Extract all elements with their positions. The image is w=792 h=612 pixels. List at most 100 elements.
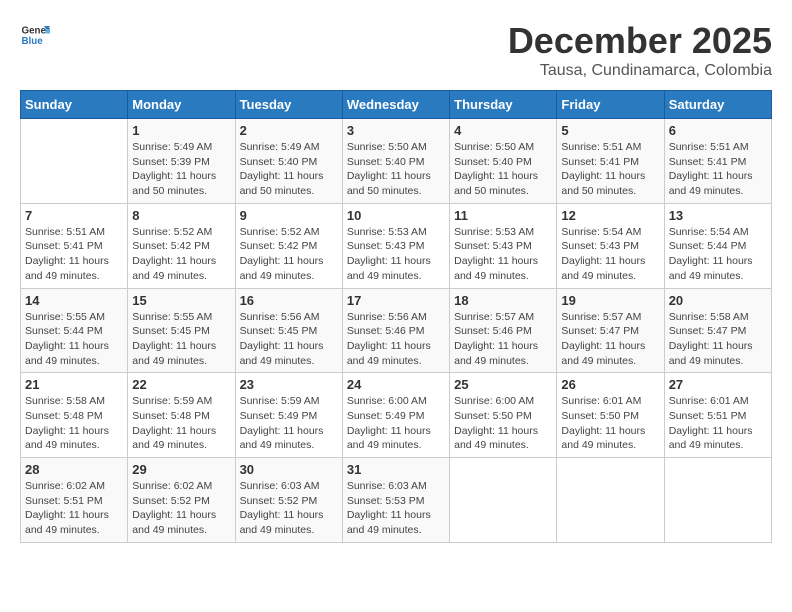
calendar-cell: 6 Sunrise: 5:51 AM Sunset: 5:41 PM Daylig… — [664, 119, 771, 204]
day-info: Sunrise: 5:51 AM Sunset: 5:41 PM Dayligh… — [25, 225, 123, 284]
calendar-week-row: 7 Sunrise: 5:51 AM Sunset: 5:41 PM Daylig… — [21, 203, 772, 288]
day-number: 13 — [669, 208, 767, 223]
calendar-cell: 19 Sunrise: 5:57 AM Sunset: 5:47 PM Dayli… — [557, 288, 664, 373]
day-info: Sunrise: 5:58 AM Sunset: 5:47 PM Dayligh… — [669, 310, 767, 369]
day-number: 25 — [454, 377, 552, 392]
calendar-cell: 30 Sunrise: 6:03 AM Sunset: 5:52 PM Dayli… — [235, 458, 342, 543]
calendar-cell: 15 Sunrise: 5:55 AM Sunset: 5:45 PM Dayli… — [128, 288, 235, 373]
day-number: 4 — [454, 123, 552, 138]
day-number: 14 — [25, 293, 123, 308]
calendar-cell: 16 Sunrise: 5:56 AM Sunset: 5:45 PM Dayli… — [235, 288, 342, 373]
calendar-cell: 25 Sunrise: 6:00 AM Sunset: 5:50 PM Dayli… — [450, 373, 557, 458]
day-number: 20 — [669, 293, 767, 308]
calendar-week-row: 14Sunrise: 5:55 AM Sunset: 5:44 PM Dayli… — [21, 288, 772, 373]
calendar-cell: 11Sunrise: 5:53 AM Sunset: 5:43 PM Dayli… — [450, 203, 557, 288]
calendar-cell: 22Sunrise: 5:59 AM Sunset: 5:48 PM Dayli… — [128, 373, 235, 458]
day-number: 15 — [132, 293, 230, 308]
day-info: Sunrise: 5:55 AM Sunset: 5:45 PM Dayligh… — [132, 310, 230, 369]
calendar-week-row: 21 Sunrise: 5:58 AM Sunset: 5:48 PM Dayli… — [21, 373, 772, 458]
calendar-header-row: SundayMondayTuesdayWednesdayThursdayFrid… — [21, 91, 772, 119]
day-info: Sunrise: 5:49 AM Sunset: 5:40 PM Dayligh… — [240, 140, 338, 199]
calendar-cell: 1 Sunrise: 5:49 AM Sunset: 5:39 PM Daylig… — [128, 119, 235, 204]
day-number: 19 — [561, 293, 659, 308]
day-number: 18 — [454, 293, 552, 308]
day-number: 5 — [561, 123, 659, 138]
calendar-cell: 21 Sunrise: 5:58 AM Sunset: 5:48 PM Dayli… — [21, 373, 128, 458]
day-info: Sunrise: 5:53 AM Sunset: 5:43 PM Dayligh… — [347, 225, 445, 284]
calendar-cell: 17Sunrise: 5:56 AM Sunset: 5:46 PM Dayli… — [342, 288, 449, 373]
day-number: 26 — [561, 377, 659, 392]
day-number: 31 — [347, 462, 445, 477]
day-number: 29 — [132, 462, 230, 477]
calendar-cell: 28Sunrise: 6:02 AM Sunset: 5:51 PM Dayli… — [21, 458, 128, 543]
day-number: 16 — [240, 293, 338, 308]
calendar-cell: 26Sunrise: 6:01 AM Sunset: 5:50 PM Dayli… — [557, 373, 664, 458]
day-info: Sunrise: 5:50 AM Sunset: 5:40 PM Dayligh… — [454, 140, 552, 199]
day-number: 7 — [25, 208, 123, 223]
day-number: 1 — [132, 123, 230, 138]
calendar-cell: 31 Sunrise: 6:03 AM Sunset: 5:53 PM Dayli… — [342, 458, 449, 543]
day-info: Sunrise: 5:49 AM Sunset: 5:39 PM Dayligh… — [132, 140, 230, 199]
day-info: Sunrise: 6:03 AM Sunset: 5:52 PM Dayligh… — [240, 479, 338, 538]
day-number: 30 — [240, 462, 338, 477]
day-info: Sunrise: 5:57 AM Sunset: 5:47 PM Dayligh… — [561, 310, 659, 369]
day-number: 3 — [347, 123, 445, 138]
day-info: Sunrise: 5:51 AM Sunset: 5:41 PM Dayligh… — [669, 140, 767, 199]
calendar-subtitle: Tausa, Cundinamarca, Colombia — [508, 62, 772, 80]
day-number: 6 — [669, 123, 767, 138]
day-number: 23 — [240, 377, 338, 392]
day-info: Sunrise: 6:01 AM Sunset: 5:51 PM Dayligh… — [669, 394, 767, 453]
calendar-cell — [450, 458, 557, 543]
calendar-week-row: 28Sunrise: 6:02 AM Sunset: 5:51 PM Dayli… — [21, 458, 772, 543]
title-area: December 2025 Tausa, Cundinamarca, Colom… — [508, 20, 772, 80]
calendar-cell: 14Sunrise: 5:55 AM Sunset: 5:44 PM Dayli… — [21, 288, 128, 373]
day-info: Sunrise: 5:51 AM Sunset: 5:41 PM Dayligh… — [561, 140, 659, 199]
logo: General Blue — [20, 20, 50, 50]
calendar-cell: 12Sunrise: 5:54 AM Sunset: 5:43 PM Dayli… — [557, 203, 664, 288]
calendar-cell: 29 Sunrise: 6:02 AM Sunset: 5:52 PM Dayli… — [128, 458, 235, 543]
calendar-cell: 23Sunrise: 5:59 AM Sunset: 5:49 PM Dayli… — [235, 373, 342, 458]
day-number: 22 — [132, 377, 230, 392]
day-number: 24 — [347, 377, 445, 392]
day-of-week-header: Saturday — [664, 91, 771, 119]
day-of-week-header: Thursday — [450, 91, 557, 119]
calendar-cell: 20 Sunrise: 5:58 AM Sunset: 5:47 PM Dayli… — [664, 288, 771, 373]
calendar-table: SundayMondayTuesdayWednesdayThursdayFrid… — [20, 90, 772, 543]
day-number: 8 — [132, 208, 230, 223]
day-info: Sunrise: 5:56 AM Sunset: 5:45 PM Dayligh… — [240, 310, 338, 369]
calendar-cell: 13 Sunrise: 5:54 AM Sunset: 5:44 PM Dayli… — [664, 203, 771, 288]
day-number: 21 — [25, 377, 123, 392]
day-info: Sunrise: 5:50 AM Sunset: 5:40 PM Dayligh… — [347, 140, 445, 199]
day-info: Sunrise: 5:52 AM Sunset: 5:42 PM Dayligh… — [240, 225, 338, 284]
day-info: Sunrise: 5:52 AM Sunset: 5:42 PM Dayligh… — [132, 225, 230, 284]
day-of-week-header: Wednesday — [342, 91, 449, 119]
calendar-cell — [557, 458, 664, 543]
calendar-cell — [664, 458, 771, 543]
day-info: Sunrise: 6:00 AM Sunset: 5:50 PM Dayligh… — [454, 394, 552, 453]
calendar-cell: 3 Sunrise: 5:50 AM Sunset: 5:40 PM Daylig… — [342, 119, 449, 204]
day-number: 17 — [347, 293, 445, 308]
day-of-week-header: Friday — [557, 91, 664, 119]
day-info: Sunrise: 6:02 AM Sunset: 5:52 PM Dayligh… — [132, 479, 230, 538]
day-info: Sunrise: 5:54 AM Sunset: 5:44 PM Dayligh… — [669, 225, 767, 284]
day-info: Sunrise: 6:03 AM Sunset: 5:53 PM Dayligh… — [347, 479, 445, 538]
calendar-cell: 8 Sunrise: 5:52 AM Sunset: 5:42 PM Daylig… — [128, 203, 235, 288]
day-info: Sunrise: 6:00 AM Sunset: 5:49 PM Dayligh… — [347, 394, 445, 453]
day-info: Sunrise: 5:58 AM Sunset: 5:48 PM Dayligh… — [25, 394, 123, 453]
calendar-cell: 27 Sunrise: 6:01 AM Sunset: 5:51 PM Dayli… — [664, 373, 771, 458]
day-info: Sunrise: 5:54 AM Sunset: 5:43 PM Dayligh… — [561, 225, 659, 284]
calendar-cell — [21, 119, 128, 204]
day-number: 28 — [25, 462, 123, 477]
page-header: General Blue December 2025 Tausa, Cundin… — [20, 20, 772, 80]
calendar-cell: 24 Sunrise: 6:00 AM Sunset: 5:49 PM Dayli… — [342, 373, 449, 458]
day-number: 11 — [454, 208, 552, 223]
calendar-cell: 5 Sunrise: 5:51 AM Sunset: 5:41 PM Daylig… — [557, 119, 664, 204]
calendar-cell: 10 Sunrise: 5:53 AM Sunset: 5:43 PM Dayli… — [342, 203, 449, 288]
calendar-week-row: 1 Sunrise: 5:49 AM Sunset: 5:39 PM Daylig… — [21, 119, 772, 204]
day-number: 9 — [240, 208, 338, 223]
day-number: 10 — [347, 208, 445, 223]
day-number: 27 — [669, 377, 767, 392]
day-info: Sunrise: 5:57 AM Sunset: 5:46 PM Dayligh… — [454, 310, 552, 369]
day-of-week-header: Tuesday — [235, 91, 342, 119]
day-of-week-header: Sunday — [21, 91, 128, 119]
